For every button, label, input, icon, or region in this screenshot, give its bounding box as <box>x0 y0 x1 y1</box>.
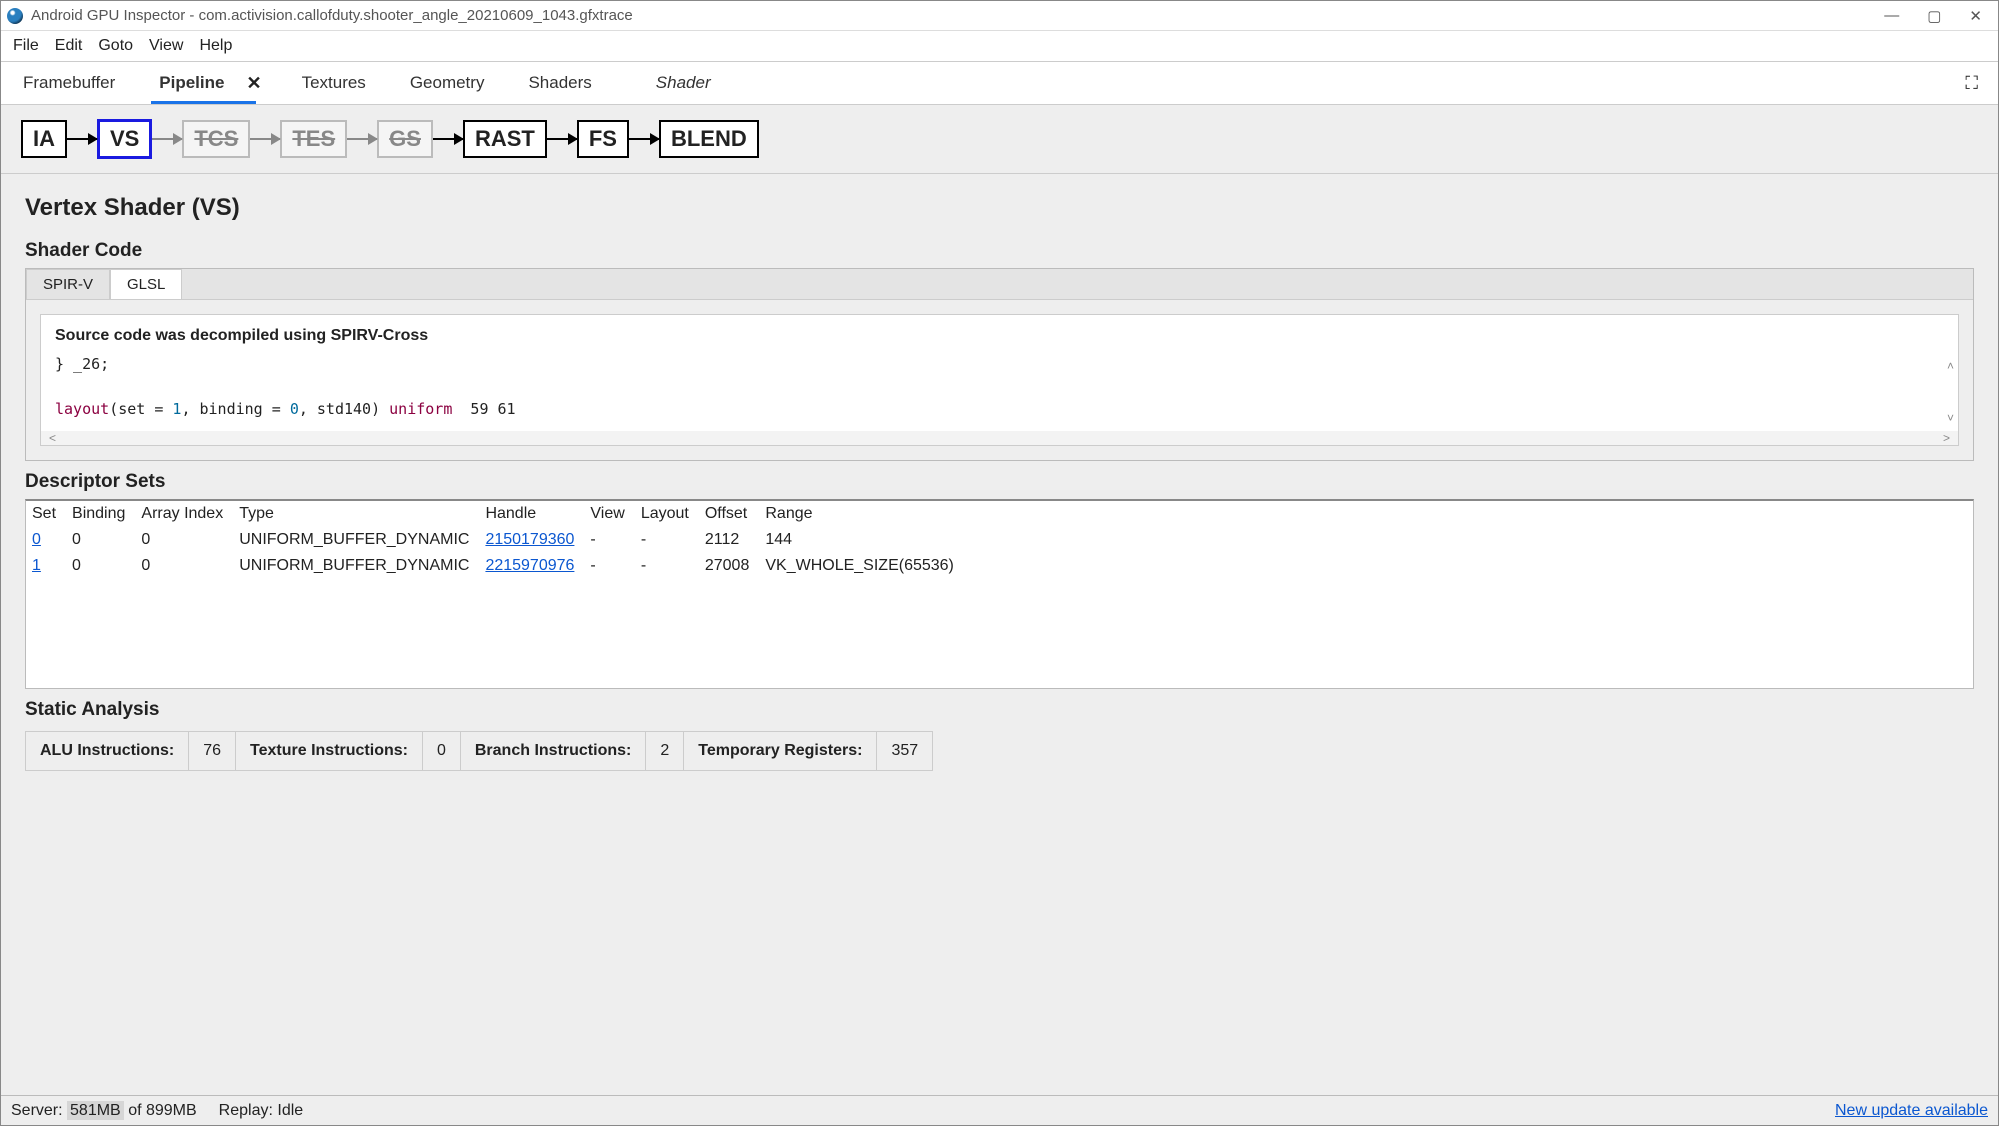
cell-type: UNIFORM_BUFFER_DYNAMIC <box>233 527 479 553</box>
arrow-icon <box>250 138 280 140</box>
shader-code-tabs: SPIR-V GLSL <box>26 269 1973 300</box>
cell-range: VK_WHOLE_SIZE(65536) <box>759 553 964 579</box>
update-link[interactable]: New update available <box>1835 1102 1988 1120</box>
code-vscroll[interactable]: ˄˅ <box>1947 359 1954 425</box>
pipeline-stages: IA VS TCS TES GS RAST FS BLEND <box>1 105 1998 174</box>
menu-file[interactable]: File <box>7 35 45 57</box>
arrow-icon <box>152 138 182 140</box>
stage-blend[interactable]: BLEND <box>659 120 759 158</box>
set-link[interactable]: 1 <box>32 557 41 574</box>
stat-texture-value: 0 <box>423 731 461 771</box>
arrow-icon <box>629 138 659 140</box>
stat-texture-label: Texture Instructions: <box>236 731 423 771</box>
stat-temp-value: 357 <box>877 731 933 771</box>
cell-layout: - <box>635 553 699 579</box>
tab-pipeline[interactable]: Pipeline <box>155 63 228 103</box>
stat-temp-label: Temporary Registers: <box>684 731 877 771</box>
shader-code-panel: SPIR-V GLSL Source code was decompiled u… <box>25 268 1974 461</box>
arrow-icon <box>547 138 577 140</box>
app-icon <box>7 8 23 24</box>
menu-goto[interactable]: Goto <box>92 35 139 57</box>
status-replay: Replay: Idle <box>219 1102 304 1120</box>
col-offset[interactable]: Offset <box>699 501 760 527</box>
menu-view[interactable]: View <box>143 35 189 57</box>
fullscreen-icon[interactable]: ⛶ <box>1965 73 1980 94</box>
code-hscroll[interactable]: <> <box>41 431 1958 445</box>
cell-offset: 2112 <box>699 527 760 553</box>
stage-gs[interactable]: GS <box>377 120 433 158</box>
titlebar: Android GPU Inspector - com.activision.c… <box>1 1 1998 31</box>
shader-code-heading: Shader Code <box>25 240 1974 262</box>
tab-close-icon[interactable]: ✕ <box>246 73 261 94</box>
tab-geometry[interactable]: Geometry <box>406 63 489 103</box>
stage-vs[interactable]: VS <box>97 119 152 159</box>
decompile-note: Source code was decompiled using SPIRV-C… <box>41 315 1958 353</box>
content-area: Vertex Shader (VS) Shader Code SPIR-V GL… <box>1 174 1998 1095</box>
col-type[interactable]: Type <box>233 501 479 527</box>
col-handle[interactable]: Handle <box>479 501 584 527</box>
stage-fs[interactable]: FS <box>577 120 629 158</box>
window-title: Android GPU Inspector - com.activision.c… <box>31 7 1884 24</box>
cell-type: UNIFORM_BUFFER_DYNAMIC <box>233 553 479 579</box>
stat-branch-label: Branch Instructions: <box>461 731 646 771</box>
cell-array-index: 0 <box>135 527 233 553</box>
stat-alu-label: ALU Instructions: <box>25 731 189 771</box>
tab-shader-italic[interactable]: Shader <box>652 63 715 103</box>
stage-tcs[interactable]: TCS <box>182 120 250 158</box>
minimize-icon[interactable]: — <box>1884 7 1899 25</box>
table-row[interactable]: 1 0 0 UNIFORM_BUFFER_DYNAMIC 2215970976 … <box>26 553 964 579</box>
close-icon[interactable]: ✕ <box>1969 7 1982 25</box>
col-range[interactable]: Range <box>759 501 964 527</box>
maximize-icon[interactable]: ▢ <box>1927 7 1941 25</box>
table-row[interactable]: 0 0 0 UNIFORM_BUFFER_DYNAMIC 2150179360 … <box>26 527 964 553</box>
stage-ia[interactable]: IA <box>21 120 67 158</box>
code-card: Source code was decompiled using SPIRV-C… <box>40 314 1959 446</box>
table-header-row: Set Binding Array Index Type Handle View… <box>26 501 964 527</box>
status-server: Server: 581MB of 899MB <box>11 1102 197 1120</box>
col-set[interactable]: Set <box>26 501 66 527</box>
col-binding[interactable]: Binding <box>66 501 135 527</box>
stage-rast[interactable]: RAST <box>463 120 547 158</box>
cell-range: 144 <box>759 527 964 553</box>
arrow-icon <box>347 138 377 140</box>
shader-tab-spirv[interactable]: SPIR-V <box>26 269 110 299</box>
cell-view: - <box>584 527 634 553</box>
tabbar: Framebuffer Pipeline ✕ Textures Geometry… <box>1 61 1998 105</box>
shader-tab-glsl[interactable]: GLSL <box>110 269 182 299</box>
descriptor-sets-table: Set Binding Array Index Type Handle View… <box>26 501 964 579</box>
descriptor-sets-heading: Descriptor Sets <box>25 471 1974 493</box>
page-title: Vertex Shader (VS) <box>25 194 1974 222</box>
code-text[interactable]: } _26; layout(set = 1, binding = 0, std1… <box>41 353 1958 431</box>
col-array-index[interactable]: Array Index <box>135 501 233 527</box>
status-replay-state: Idle <box>277 1102 303 1119</box>
cell-binding: 0 <box>66 527 135 553</box>
cell-offset: 27008 <box>699 553 760 579</box>
handle-link[interactable]: 2150179360 <box>485 531 574 548</box>
descriptor-sets-table-wrap: Set Binding Array Index Type Handle View… <box>25 499 1974 689</box>
set-link[interactable]: 0 <box>32 531 41 548</box>
arrow-icon <box>67 138 97 140</box>
statusbar: Server: 581MB of 899MB Replay: Idle New … <box>1 1095 1998 1125</box>
stat-alu-value: 76 <box>189 731 236 771</box>
handle-link[interactable]: 2215970976 <box>485 557 574 574</box>
cell-binding: 0 <box>66 553 135 579</box>
cell-array-index: 0 <box>135 553 233 579</box>
cell-view: - <box>584 553 634 579</box>
menu-help[interactable]: Help <box>193 35 238 57</box>
tab-textures[interactable]: Textures <box>298 63 370 103</box>
col-layout[interactable]: Layout <box>635 501 699 527</box>
tab-shaders[interactable]: Shaders <box>524 63 595 103</box>
stage-tes[interactable]: TES <box>280 120 347 158</box>
menubar: File Edit Goto View Help <box>1 31 1998 61</box>
menu-edit[interactable]: Edit <box>49 35 89 57</box>
cell-layout: - <box>635 527 699 553</box>
tab-framebuffer[interactable]: Framebuffer <box>19 63 119 103</box>
arrow-icon <box>433 138 463 140</box>
stat-branch-value: 2 <box>646 731 684 771</box>
status-server-total: of 899MB <box>128 1102 196 1119</box>
col-view[interactable]: View <box>584 501 634 527</box>
status-server-used: 581MB <box>67 1101 124 1120</box>
static-analysis-stats: ALU Instructions: 76 Texture Instruction… <box>25 731 1974 771</box>
static-analysis-heading: Static Analysis <box>25 699 1974 721</box>
